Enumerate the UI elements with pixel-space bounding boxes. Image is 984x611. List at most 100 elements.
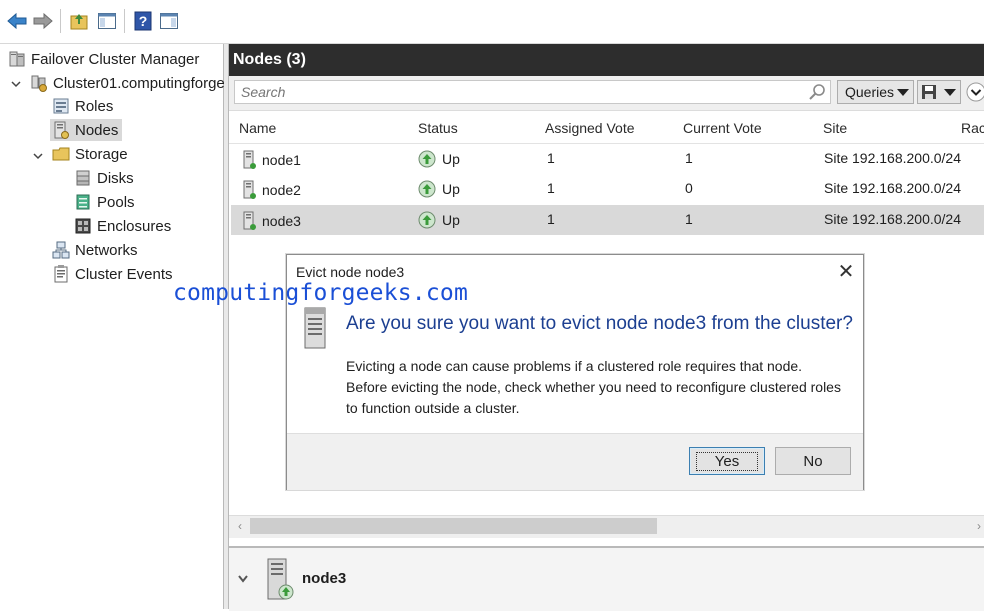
enclosures-icon: [75, 218, 91, 234]
assigned-vote-cell: 1: [547, 150, 555, 166]
tree-label: Networks: [75, 241, 138, 259]
roles-icon: [53, 98, 69, 114]
site-cell: Site 192.168.200.0/24: [824, 211, 962, 227]
status-up-icon: [418, 180, 436, 198]
node-name-cell: node3: [241, 211, 301, 231]
column-header-site[interactable]: Site: [823, 120, 847, 136]
tree-item-cluster-events[interactable]: Cluster Events: [52, 263, 173, 285]
cluster-manager-icon: [9, 51, 25, 67]
pools-icon: [76, 194, 90, 210]
node-name: node1: [262, 152, 301, 168]
tree-label: Roles: [75, 97, 114, 115]
tree-item-cluster[interactable]: Cluster01.computingforgee: [30, 72, 233, 94]
assigned-vote-cell: 1: [547, 180, 555, 196]
dropdown-arrow-icon: [897, 89, 909, 96]
detail-title: node3: [302, 570, 347, 587]
disks-icon: [76, 170, 90, 186]
cluster-events-icon: [54, 265, 68, 283]
scrollbar-thumb[interactable]: [250, 518, 657, 534]
chevron-down-icon[interactable]: [11, 79, 21, 89]
status-text: Up: [442, 181, 460, 197]
server-icon: [243, 180, 256, 199]
node-name: node3: [262, 213, 301, 229]
save-query-button[interactable]: [917, 80, 961, 104]
svg-text:?: ?: [139, 13, 148, 29]
current-vote-cell: 0: [685, 180, 693, 196]
panel-title: Nodes (3): [229, 44, 984, 76]
tree-label: Enclosures: [97, 217, 172, 235]
column-header-assigned-vote[interactable]: Assigned Vote: [545, 120, 635, 136]
storage-icon: [52, 147, 70, 161]
search-input[interactable]: [235, 81, 807, 103]
show-hide-console-tree-icon[interactable]: [96, 10, 118, 32]
watermark-text: computingforgeeks.com: [173, 280, 468, 306]
dialog-title: Evict node node3: [296, 264, 405, 280]
save-icon: [922, 85, 936, 99]
status-up-icon: [418, 211, 436, 229]
tree-label: Pools: [97, 193, 135, 211]
tree-item-enclosures[interactable]: Enclosures: [74, 215, 171, 237]
close-icon[interactable]: ✕: [836, 262, 856, 282]
toolbar-separator: [60, 9, 61, 33]
table-row[interactable]: node2 Up 1 0 Site 192.168.200.0/24: [231, 174, 984, 204]
server-icon: [243, 211, 256, 230]
yes-button[interactable]: Yes: [689, 447, 765, 475]
cluster-icon: [31, 75, 47, 92]
show-action-pane-icon[interactable]: [158, 10, 180, 32]
no-button[interactable]: No: [775, 447, 851, 475]
chevron-down-icon[interactable]: [237, 574, 249, 584]
status-cell: Up: [418, 150, 460, 168]
column-header-status[interactable]: Status: [418, 120, 458, 136]
current-vote-cell: 1: [685, 211, 693, 227]
nodes-icon: [54, 121, 69, 139]
status-cell: Up: [418, 180, 460, 198]
help-icon[interactable]: ?: [132, 10, 154, 32]
yes-label: Yes: [695, 451, 759, 471]
dialog-message: Evicting a node can cause problems if a …: [346, 358, 841, 416]
tree-item-roles[interactable]: Roles: [52, 95, 113, 117]
table-row[interactable]: node1 Up 1 1 Site 192.168.200.0/24: [231, 144, 984, 174]
tree-item-pools[interactable]: Pools: [74, 191, 135, 213]
column-header-rack[interactable]: Rac: [961, 120, 984, 136]
forward-icon[interactable]: [32, 10, 54, 32]
tree-label: Cluster01.computingforgee: [53, 74, 234, 92]
server-icon: [304, 307, 326, 349]
table-row-selected[interactable]: node3 Up 1 1 Site 192.168.200.0/24: [231, 205, 984, 235]
queries-label: Queries: [845, 84, 895, 100]
toolbar-separator: [124, 9, 125, 33]
site-cell: Site 192.168.200.0/24: [824, 150, 962, 166]
tree-label: Nodes: [75, 121, 119, 139]
status-cell: Up: [418, 211, 460, 229]
scroll-right-icon[interactable]: ›: [972, 518, 984, 534]
tree-label: Failover Cluster Manager: [31, 50, 200, 68]
current-vote-cell: 1: [685, 150, 693, 166]
assigned-vote-cell: 1: [547, 211, 555, 227]
tree-item-nodes[interactable]: Nodes: [50, 119, 123, 141]
node-name-cell: node1: [241, 150, 301, 170]
column-header-name[interactable]: Name: [239, 120, 276, 136]
tree-item-disks[interactable]: Disks: [74, 167, 134, 189]
search-icon[interactable]: [808, 83, 826, 101]
up-folder-icon[interactable]: [68, 10, 90, 32]
column-header-current-vote[interactable]: Current Vote: [683, 120, 762, 136]
dialog-heading: Are you sure you want to evict node node…: [346, 313, 853, 334]
tree-label: Disks: [97, 169, 134, 187]
tree-label: Storage: [75, 145, 128, 163]
node-name-cell: node2: [241, 180, 301, 200]
site-cell: Site 192.168.200.0/24: [824, 180, 962, 196]
chevron-down-icon[interactable]: [33, 151, 43, 161]
expand-icon[interactable]: [965, 80, 984, 104]
status-up-icon: [418, 150, 436, 168]
status-text: Up: [442, 151, 460, 167]
queries-button[interactable]: Queries: [837, 80, 914, 104]
tree-label: Cluster Events: [75, 265, 173, 283]
status-text: Up: [442, 212, 460, 228]
tree-item-storage[interactable]: Storage: [52, 143, 128, 165]
tree-item-networks[interactable]: Networks: [52, 239, 138, 261]
scroll-left-icon[interactable]: ‹: [233, 518, 247, 534]
node-name: node2: [262, 182, 301, 198]
back-icon[interactable]: [6, 10, 28, 32]
search-field[interactable]: [234, 80, 831, 104]
tree-item-failover-cluster-manager[interactable]: Failover Cluster Manager: [8, 48, 199, 70]
toolbar: ?: [0, 0, 984, 44]
